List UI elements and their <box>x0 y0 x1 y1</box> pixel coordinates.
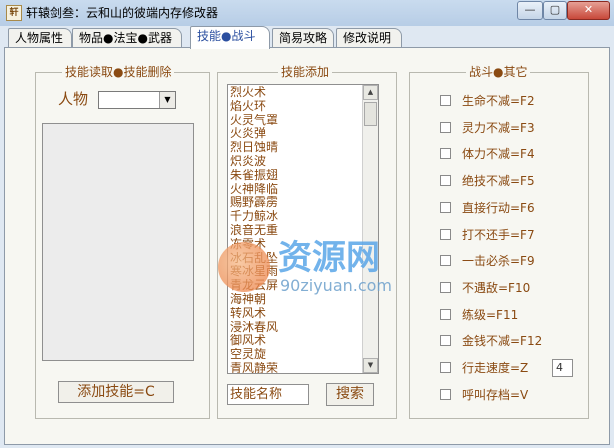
skill-list-item[interactable]: 火神降临 <box>230 183 360 197</box>
skill-list-item[interactable]: 炽炎波 <box>230 155 360 169</box>
option-checkbox[interactable] <box>440 201 451 213</box>
skill-list-item[interactable]: 青风静荣 <box>230 362 360 373</box>
option-checkbox[interactable] <box>440 95 451 106</box>
tab-skills-battle[interactable]: 技能●战斗 <box>190 26 270 49</box>
tab-walkthrough[interactable]: 简易攻略 <box>272 28 334 48</box>
option-checkbox[interactable] <box>440 362 451 373</box>
skill-list-item[interactable]: 转风术 <box>230 307 360 321</box>
scroll-thumb[interactable] <box>364 102 377 126</box>
skill-list-item[interactable]: 浸沐春风 <box>230 321 360 335</box>
option-label: 体力不减=F4 <box>462 147 535 162</box>
skill-list-item[interactable]: 冰石乱坠 <box>230 252 360 266</box>
maximize-button[interactable]: ▢ <box>543 1 567 20</box>
skill-list-item[interactable]: 青龙云屏 <box>230 279 360 293</box>
tab-character-attributes[interactable]: 人物属性 <box>8 28 72 48</box>
skill-read-group-title: 技能读取●技能删除 <box>62 65 175 79</box>
option-label: 练级=F11 <box>462 307 519 322</box>
option-checkbox[interactable] <box>440 121 451 133</box>
title-bar: 轩 轩辕剑叁：云和山的彼端内存修改器 — ▢ ✕ <box>0 0 614 26</box>
option-label: 呼叫存档=V <box>462 387 529 402</box>
battle-other-group-title: 战斗●其它 <box>466 65 531 79</box>
minimize-button[interactable]: — <box>517 1 543 20</box>
option-label: 不遇敌=F10 <box>462 280 531 295</box>
option-checkbox[interactable] <box>440 388 451 400</box>
skill-list-scrollbar[interactable]: ▲ ▼ <box>362 85 378 373</box>
character-skill-list[interactable] <box>42 123 194 361</box>
app-icon: 轩 <box>6 5 22 21</box>
option-label: 金钱不减=F12 <box>462 334 543 349</box>
skill-name-input[interactable]: 技能名称 <box>227 384 309 405</box>
chevron-down-icon[interactable]: ▼ <box>159 92 175 108</box>
skill-list-item[interactable]: 焰火环 <box>230 100 360 114</box>
skill-list-item[interactable]: 寒冰星雨 <box>230 265 360 279</box>
skill-list-item[interactable]: 烈火术 <box>230 86 360 100</box>
skill-list-item[interactable]: 海神朝 <box>230 293 360 307</box>
skill-list-item[interactable]: 赐野霹雳 <box>230 196 360 210</box>
option-label: 灵力不减=F3 <box>462 120 535 135</box>
option-checkbox[interactable] <box>440 308 451 320</box>
close-button[interactable]: ✕ <box>567 1 610 20</box>
add-skill-button[interactable]: 添加技能=C <box>58 381 174 403</box>
option-label: 生命不减=F2 <box>462 94 535 108</box>
scroll-up-icon[interactable]: ▲ <box>363 85 378 100</box>
skill-list-item[interactable]: 烈日蚀晴 <box>230 141 360 155</box>
skill-list-item[interactable]: 朱雀振翅 <box>230 169 360 183</box>
option-label: 直接行动=F6 <box>462 200 535 215</box>
option-checkbox[interactable] <box>440 335 451 347</box>
skill-list-item[interactable]: 千力鲸冰 <box>230 210 360 224</box>
option-label: 一击必杀=F9 <box>462 254 535 269</box>
person-select[interactable]: ▼ <box>98 91 176 109</box>
window-title: 轩辕剑叁：云和山的彼端内存修改器 <box>26 6 219 20</box>
tab-strip: 人物属性 物品●法宝●武器 技能●战斗 简易攻略 修改说明 <box>0 26 614 49</box>
skill-read-group: 技能读取●技能删除 人物 ▼ 添加技能=C <box>35 65 210 419</box>
option-checkbox[interactable] <box>440 228 451 240</box>
person-label: 人物 <box>58 90 89 108</box>
option-label: 打不还手=F7 <box>462 227 535 242</box>
tab-items-treasures-weapons[interactable]: 物品●法宝●武器 <box>72 28 182 48</box>
skill-add-group-title: 技能添加 <box>278 65 333 79</box>
option-checkbox[interactable] <box>440 148 451 160</box>
skill-list-item[interactable]: 浪音无重 <box>230 224 360 238</box>
walk-speed-input[interactable]: 4 <box>552 359 573 377</box>
skill-list-item[interactable]: 火炎弹 <box>230 127 360 141</box>
skill-list-items: 烈火术 焰火环 火灵气罩 火炎弹 烈日蚀晴 炽炎波 朱雀振翅 火神降临 赐野霹雳 千力鲸冰 浪音无重… <box>230 86 360 373</box>
option-checkbox[interactable] <box>440 175 451 187</box>
skills-battle-panel: 技能读取●技能删除 人物 ▼ 添加技能=C 技能添加 烈火术 焰火环 火灵气罩 火炎弹… <box>4 47 610 445</box>
skill-list-item[interactable]: 空灵旋 <box>230 348 360 362</box>
skill-list[interactable]: 烈火术 焰火环 火灵气罩 火炎弹 烈日蚀晴 炽炎波 朱雀振翅 火神降临 赐野霹雳 千力鲸冰 浪音无重… <box>227 84 379 374</box>
option-label: 绝技不减=F5 <box>462 174 535 189</box>
option-label: 行走速度=Z <box>462 361 529 375</box>
skill-list-item[interactable]: 冻零术 <box>230 238 360 252</box>
option-checkbox[interactable] <box>440 255 451 267</box>
search-button[interactable]: 搜索 <box>326 383 374 406</box>
tab-instructions[interactable]: 修改说明 <box>336 28 402 48</box>
skill-list-item[interactable]: 御风术 <box>230 334 360 348</box>
scroll-down-icon[interactable]: ▼ <box>363 358 378 373</box>
battle-other-group: 战斗●其它 生命不减=F2 灵力不减=F3 体力不减=F4 绝技不减=F5 直接行动=F… <box>409 65 589 419</box>
skill-list-item[interactable]: 火灵气罩 <box>230 114 360 128</box>
skill-add-group: 技能添加 烈火术 焰火环 火灵气罩 火炎弹 烈日蚀晴 炽炎波 朱雀振翅 火神降临 赐野霹雳 千力鲸… <box>217 65 397 419</box>
option-checkbox[interactable] <box>440 281 451 293</box>
